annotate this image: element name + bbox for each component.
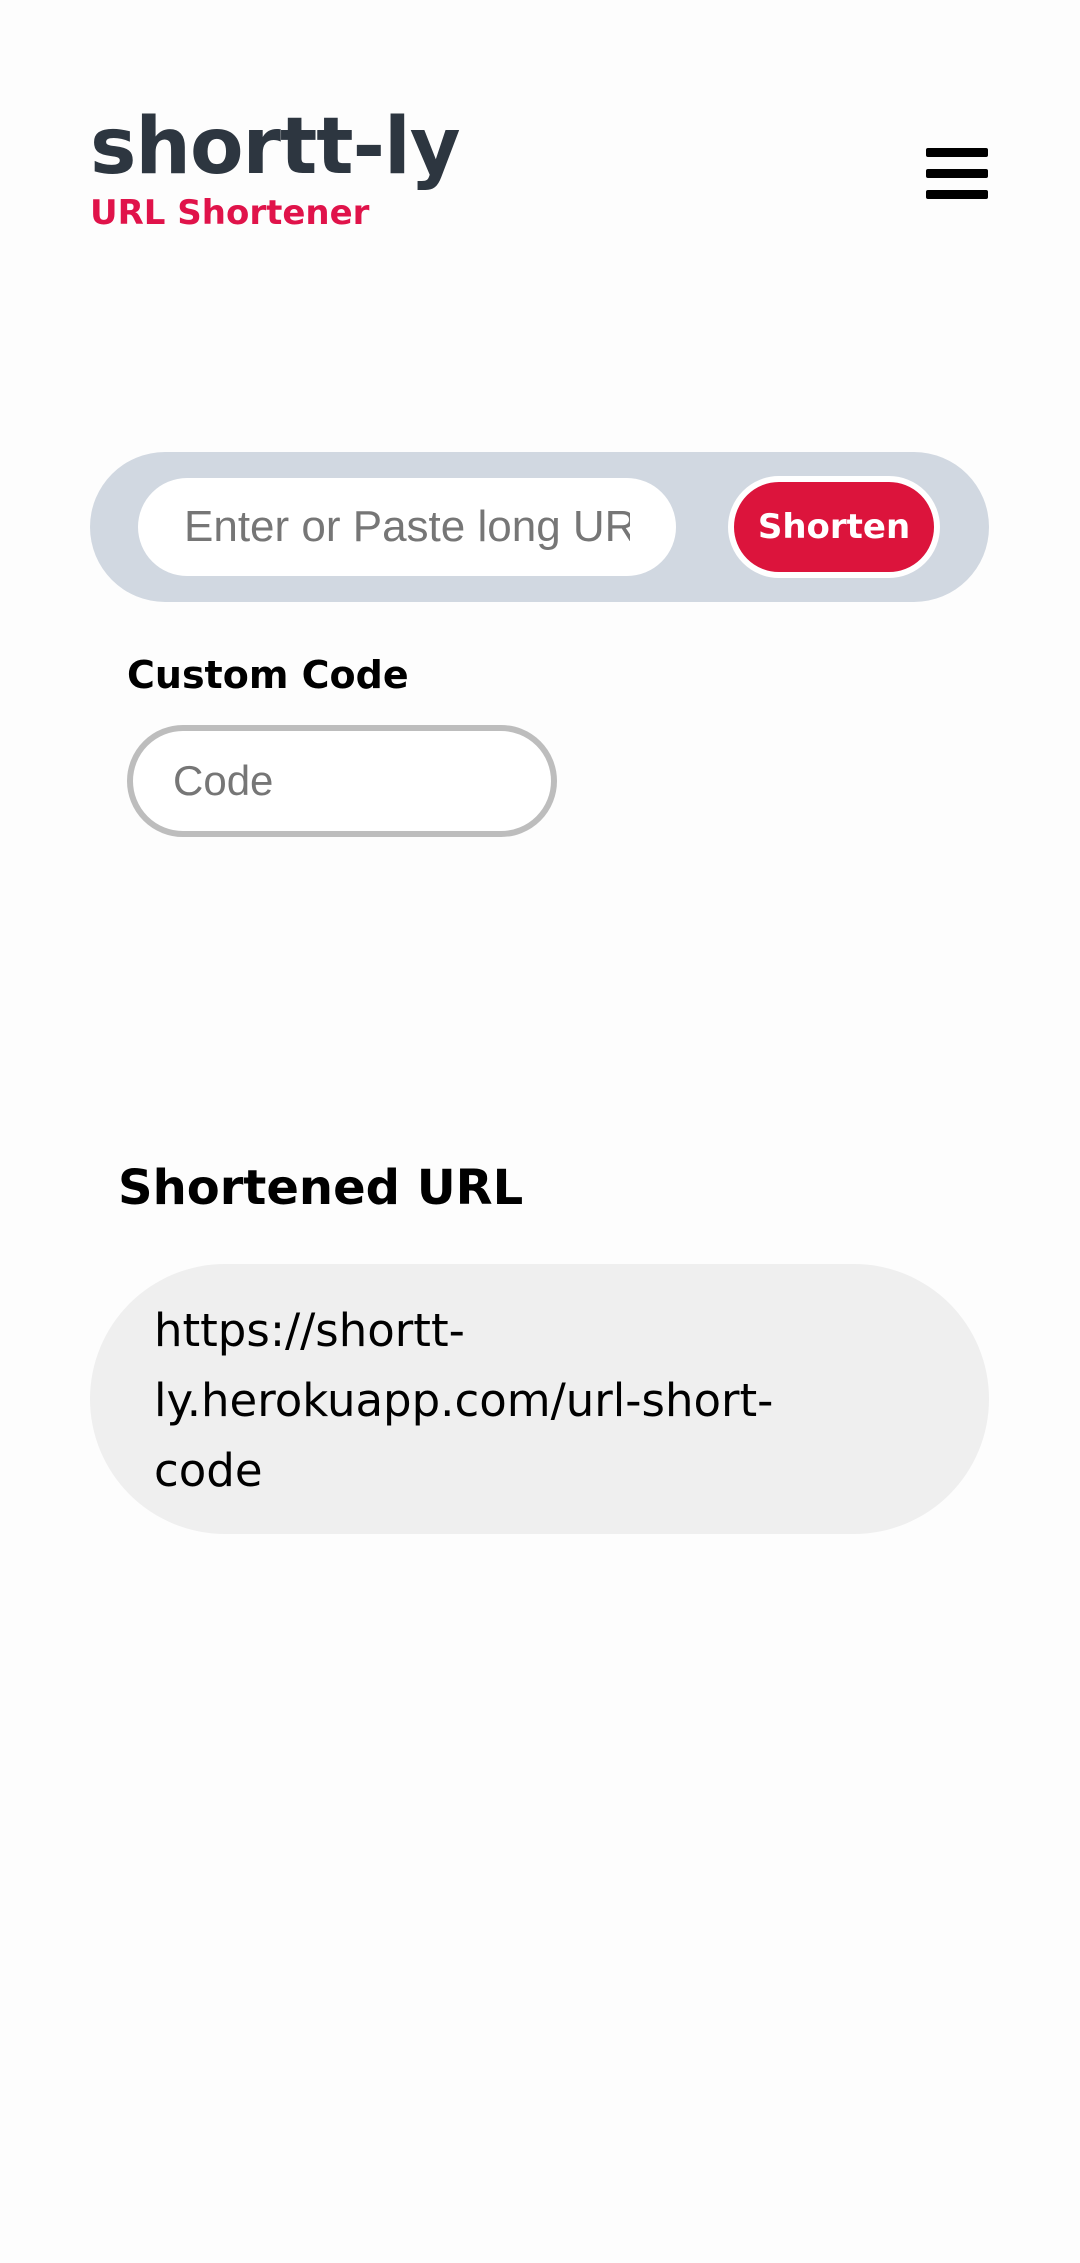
shorten-bar: Shorten (90, 452, 989, 602)
app-subtitle: URL Shortener (90, 193, 370, 233)
shortened-url-line: code (154, 1444, 263, 1497)
brand: shortt-ly URL Shortener (90, 100, 461, 234)
custom-code-label: Custom Code (127, 653, 409, 697)
hamburger-menu-icon[interactable] (926, 146, 990, 200)
shortened-url-line: ly.herokuapp.com/url-short- (154, 1374, 774, 1427)
app-title: shortt-ly (90, 102, 461, 192)
menu-bar (926, 190, 988, 199)
shortened-url-heading: Shortened URL (118, 1160, 524, 1216)
custom-code-input[interactable] (127, 725, 557, 837)
shortened-url-text[interactable]: https://shortt- ly.herokuapp.com/url-sho… (154, 1296, 854, 1506)
menu-bar (926, 148, 988, 157)
shortened-url-box[interactable]: https://shortt- ly.herokuapp.com/url-sho… (90, 1264, 989, 1534)
shortened-url-line: https://shortt- (154, 1304, 465, 1357)
shorten-button[interactable]: Shorten (728, 476, 940, 578)
menu-bar (926, 169, 988, 178)
long-url-input[interactable] (138, 478, 676, 576)
